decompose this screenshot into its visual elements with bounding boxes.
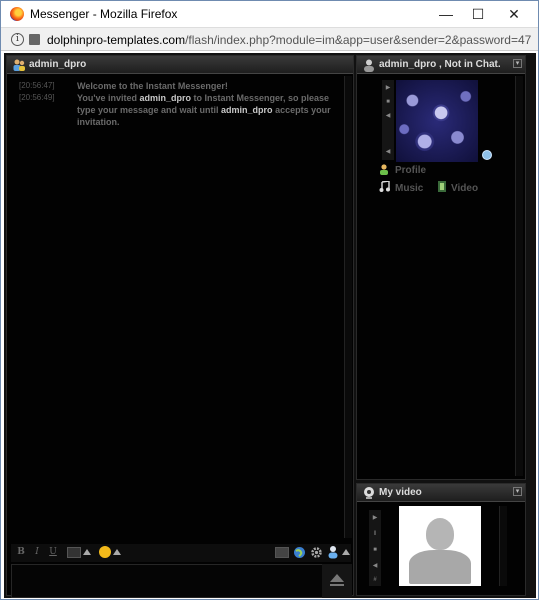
- volume-icon[interactable]: ◀: [384, 148, 392, 156]
- url-path: /flash/index.php?module=im&app=user&send…: [185, 33, 531, 47]
- address-bar[interactable]: i dolphinpro-templates.com/flash/index.p…: [1, 27, 538, 51]
- media-controls: ▶ ■ ◀ ◀: [382, 80, 394, 160]
- user-icon: [364, 59, 374, 72]
- messenger-app: admin_dpro [20:56:47] Welcome to the Ins…: [4, 53, 536, 598]
- music-icon: [379, 181, 390, 192]
- stop-icon[interactable]: ■: [384, 98, 392, 106]
- play-icon[interactable]: ▶: [384, 84, 392, 92]
- bold-button[interactable]: B: [15, 546, 27, 559]
- username-link[interactable]: admin_dpro: [140, 93, 192, 103]
- user-info-panel: admin_dpro , Not in Chat. ▾ ▶ ■ ◀ ◀ Prof…: [356, 55, 526, 480]
- title-bar: Messenger - Mozilla Firefox — ☐ ✕: [1, 1, 538, 27]
- page-icon: [29, 34, 40, 45]
- gear-icon[interactable]: [310, 546, 323, 559]
- video-controls: ▶ ‖ ■ ◀ #: [369, 510, 381, 586]
- prev-icon[interactable]: ◀: [384, 112, 392, 120]
- play-icon[interactable]: ▶: [371, 514, 379, 522]
- panel-menu-icon[interactable]: ▾: [513, 487, 522, 496]
- video-link[interactable]: Video: [451, 183, 478, 194]
- message-text: Welcome to the Instant Messenger!: [77, 81, 228, 91]
- user-panel-scrollbar[interactable]: [515, 76, 523, 476]
- chat-message: [20:56:49] You've invited admin_dpro to …: [19, 92, 349, 128]
- status-dropdown-icon[interactable]: [342, 549, 350, 555]
- my-video-panel: My video ▾ ▶ ‖ ■ ◀ #: [356, 483, 526, 596]
- close-button[interactable]: ✕: [497, 1, 531, 27]
- pause-icon[interactable]: ‖: [371, 530, 379, 538]
- send-icon: [330, 574, 344, 582]
- mute-icon[interactable]: #: [371, 576, 379, 584]
- profile-link[interactable]: Profile: [395, 165, 426, 176]
- minimize-button[interactable]: —: [429, 1, 463, 27]
- zoom-icon[interactable]: [482, 150, 492, 160]
- message-time: [20:56:49]: [19, 93, 55, 102]
- send-icon-base: [330, 584, 344, 586]
- chat-panel-header: admin_dpro: [7, 56, 353, 74]
- format-toolbar: B I U: [11, 544, 351, 562]
- users-icon: [13, 59, 25, 71]
- smiley-icon[interactable]: [99, 546, 111, 558]
- firefox-icon: [10, 7, 24, 21]
- music-link[interactable]: Music: [395, 183, 423, 194]
- italic-button[interactable]: I: [31, 546, 43, 559]
- user-status-text: admin_dpro , Not in Chat.: [379, 59, 501, 70]
- user-status-icon[interactable]: [327, 545, 339, 559]
- chat-panel: admin_dpro [20:56:47] Welcome to the Ins…: [6, 55, 354, 598]
- message-time: [20:56:47]: [19, 81, 55, 90]
- message-segment: You've invited: [77, 93, 140, 103]
- smiley-dropdown-icon[interactable]: [113, 549, 121, 555]
- browser-window: Messenger - Mozilla Firefox — ☐ ✕ i dolp…: [0, 0, 539, 600]
- maximize-button[interactable]: ☐: [461, 1, 495, 27]
- window-title: Messenger - Mozilla Firefox: [30, 7, 178, 21]
- chat-log: [20:56:47] Welcome to the Instant Messen…: [19, 80, 349, 128]
- message-input[interactable]: [11, 564, 351, 598]
- placeholder-avatar-body: [409, 550, 471, 584]
- font-color-swatch[interactable]: [67, 547, 81, 558]
- globe-icon[interactable]: [293, 546, 306, 559]
- my-video-header: My video ▾: [357, 484, 525, 502]
- chat-message: [20:56:47] Welcome to the Instant Messen…: [19, 80, 349, 92]
- send-button[interactable]: [322, 564, 352, 598]
- chat-partner-name: admin_dpro: [29, 59, 87, 70]
- info-icon[interactable]: i: [11, 33, 24, 46]
- user-panel-header: admin_dpro , Not in Chat. ▾: [357, 56, 525, 74]
- username-link[interactable]: admin_dpro: [221, 105, 273, 115]
- stop-icon[interactable]: ■: [371, 546, 379, 554]
- webcam-icon: [364, 487, 374, 499]
- my-video-title: My video: [379, 487, 422, 498]
- user-avatar[interactable]: [396, 80, 478, 162]
- video-scrollbar[interactable]: [499, 506, 507, 586]
- window-icon[interactable]: [275, 547, 289, 558]
- url-host: dolphinpro-templates.com: [47, 33, 186, 47]
- placeholder-avatar-head: [426, 518, 454, 550]
- message-text: You've invited admin_dpro to Instant Mes…: [77, 92, 349, 128]
- underline-button[interactable]: U: [47, 546, 59, 559]
- font-color-dropdown-icon[interactable]: [83, 549, 91, 555]
- chat-scrollbar[interactable]: [344, 76, 352, 538]
- panel-menu-icon[interactable]: ▾: [513, 59, 522, 68]
- video-icon: [438, 181, 446, 192]
- profile-icon: [380, 164, 388, 175]
- url-field[interactable]: dolphinpro-templates.com/flash/index.php…: [47, 33, 531, 47]
- my-video-preview: [399, 506, 481, 586]
- volume-icon[interactable]: ◀: [371, 562, 379, 570]
